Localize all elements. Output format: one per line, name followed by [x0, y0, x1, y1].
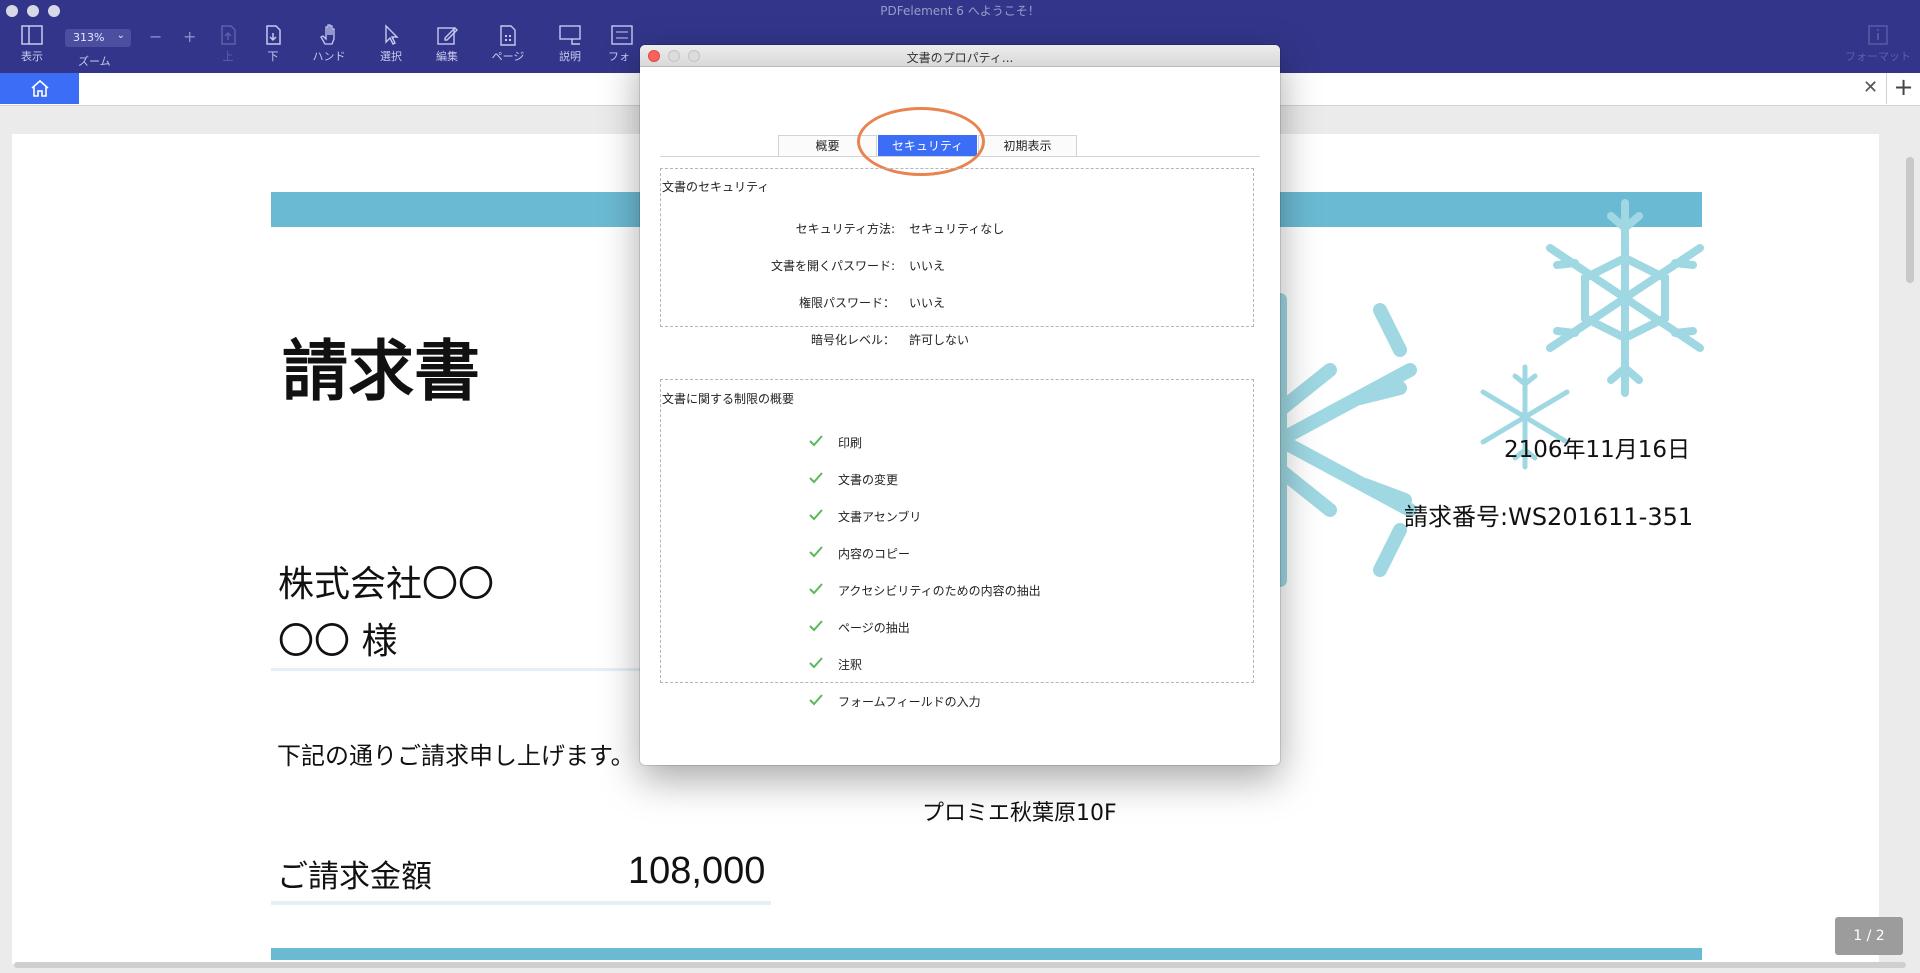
- restrictions-box: [660, 379, 1254, 683]
- select-tool-button[interactable]: 選択: [363, 24, 419, 64]
- permission-item: ページの抽出: [808, 619, 910, 636]
- form-label: フォ: [608, 50, 630, 63]
- info-icon: [1868, 25, 1888, 45]
- check-icon: [809, 435, 823, 447]
- edit-icon: [437, 27, 458, 45]
- dialog-titlebar: 文書のプロパティ...: [640, 45, 1280, 67]
- horizontal-scrollbar[interactable]: [14, 962, 1906, 968]
- security-method-label: セキュリティ方法:: [795, 222, 895, 236]
- check-icon: [809, 509, 823, 521]
- cursor-icon: [385, 24, 399, 45]
- amount-value: 108,000: [628, 850, 766, 892]
- permission-item: 印刷: [808, 434, 862, 451]
- format-label: フォーマット: [1845, 50, 1911, 63]
- permission-label: ページの抽出: [838, 621, 910, 635]
- dialog-title: 文書のプロパティ...: [906, 51, 1014, 65]
- zoom-select[interactable]: 313% ⌄: [65, 29, 131, 47]
- permission-label: 内容のコピー: [838, 547, 911, 561]
- company-name: 株式会社〇〇: [278, 564, 495, 605]
- comment-icon: [559, 25, 581, 45]
- open-password-label: 文書を開くパスワード:: [770, 259, 895, 273]
- permission-item: フォームフィールドの入力: [808, 693, 981, 710]
- sender-address: プロミエ秋葉原10F: [922, 801, 1117, 826]
- check-icon: [809, 620, 823, 632]
- highlight-circle: [857, 107, 985, 176]
- encryption-level-value: 許可しない: [909, 333, 970, 347]
- page-indicator: 1 / 2: [1835, 917, 1903, 955]
- invoice-date: 2106年11月16日: [1504, 437, 1691, 463]
- page-up-icon: [221, 25, 236, 45]
- comment-label: 説明: [559, 50, 581, 63]
- select-tool-label: 選択: [380, 50, 402, 63]
- zoom-out-button[interactable]: −: [149, 27, 162, 46]
- permission-item: アクセシビリティのための内容の抽出: [808, 582, 1041, 599]
- permission-label: 注釈: [838, 658, 863, 672]
- check-icon: [809, 472, 823, 484]
- next-page-label: 下: [267, 50, 279, 63]
- permission-label: 文書の変更: [838, 473, 899, 487]
- page-icon: [500, 25, 516, 46]
- format-button[interactable]: フォーマット: [1836, 24, 1920, 64]
- comment-button[interactable]: 説明: [542, 24, 598, 64]
- tab-initial-view[interactable]: 初期表示: [978, 135, 1077, 156]
- permission-item: 文書アセンブリ: [808, 508, 921, 525]
- invoice-intro: 下記の通りご請求申し上げます。: [277, 742, 635, 770]
- permission-item: 文書の変更: [808, 471, 898, 488]
- zoom-label: ズーム: [78, 55, 111, 68]
- permission-label: フォームフィールドの入力: [838, 695, 981, 709]
- view-button-label: 表示: [21, 50, 43, 63]
- sidebar-icon: [21, 25, 43, 45]
- security-method-value: セキュリティなし: [909, 222, 1005, 236]
- hand-tool-button[interactable]: ハンド: [301, 24, 357, 64]
- invoice-title: 請求書: [282, 332, 480, 410]
- check-icon: [809, 694, 823, 706]
- next-page-button[interactable]: 下: [245, 24, 301, 64]
- chevron-down-icon: ⌄: [116, 30, 125, 41]
- previous-page-label: 上: [222, 50, 234, 63]
- encryption-level-label: 暗号化レベル：: [810, 333, 895, 347]
- zoom-value: 313%: [73, 31, 105, 44]
- permission-label: アクセシビリティのための内容の抽出: [838, 584, 1041, 598]
- hand-icon: [320, 24, 335, 45]
- edit-button[interactable]: 編集: [419, 24, 475, 64]
- open-password-value: いいえ: [909, 259, 946, 273]
- document-properties-dialog: 文書のプロパティ... 概要 セキュリティ 初期表示 文書のセキュリティ セキュ…: [640, 45, 1280, 765]
- page-down-icon: [266, 25, 281, 45]
- permission-item: 注釈: [808, 656, 862, 673]
- page-label: ページ: [491, 50, 525, 63]
- permission-label: 印刷: [838, 436, 863, 450]
- vertical-scrollbar[interactable]: [1906, 157, 1914, 283]
- permissions-password-label: 権限パスワード：: [798, 296, 895, 310]
- check-icon: [809, 657, 823, 669]
- check-icon: [809, 583, 823, 595]
- edit-label: 編集: [436, 50, 458, 63]
- invoice-number: 請求番号:WS201611-351: [1404, 503, 1694, 531]
- permission-label: 文書アセンブリ: [838, 510, 922, 524]
- check-icon: [809, 546, 823, 558]
- zoom-in-button[interactable]: +: [183, 27, 196, 46]
- page-button[interactable]: ページ: [480, 24, 536, 64]
- form-button[interactable]: フォ: [608, 24, 640, 64]
- window-title: PDFelement 6 へようこそ！: [880, 4, 1040, 18]
- home-icon: [31, 79, 49, 97]
- amount-divider: [271, 901, 771, 905]
- home-tab[interactable]: [0, 73, 79, 104]
- close-tab-icon[interactable]: ✕: [1863, 77, 1878, 98]
- footer-band: [271, 948, 1702, 960]
- form-icon: [611, 25, 633, 45]
- amount-label: ご請求金額: [277, 859, 432, 895]
- permissions-password-value: いいえ: [909, 296, 946, 310]
- recipient-name: 〇〇 様: [278, 621, 398, 662]
- permission-item: 内容のコピー: [808, 545, 910, 562]
- hand-tool-label: ハンド: [312, 50, 346, 63]
- view-button[interactable]: 表示: [4, 24, 60, 64]
- new-tab-button[interactable]: +: [1886, 73, 1920, 104]
